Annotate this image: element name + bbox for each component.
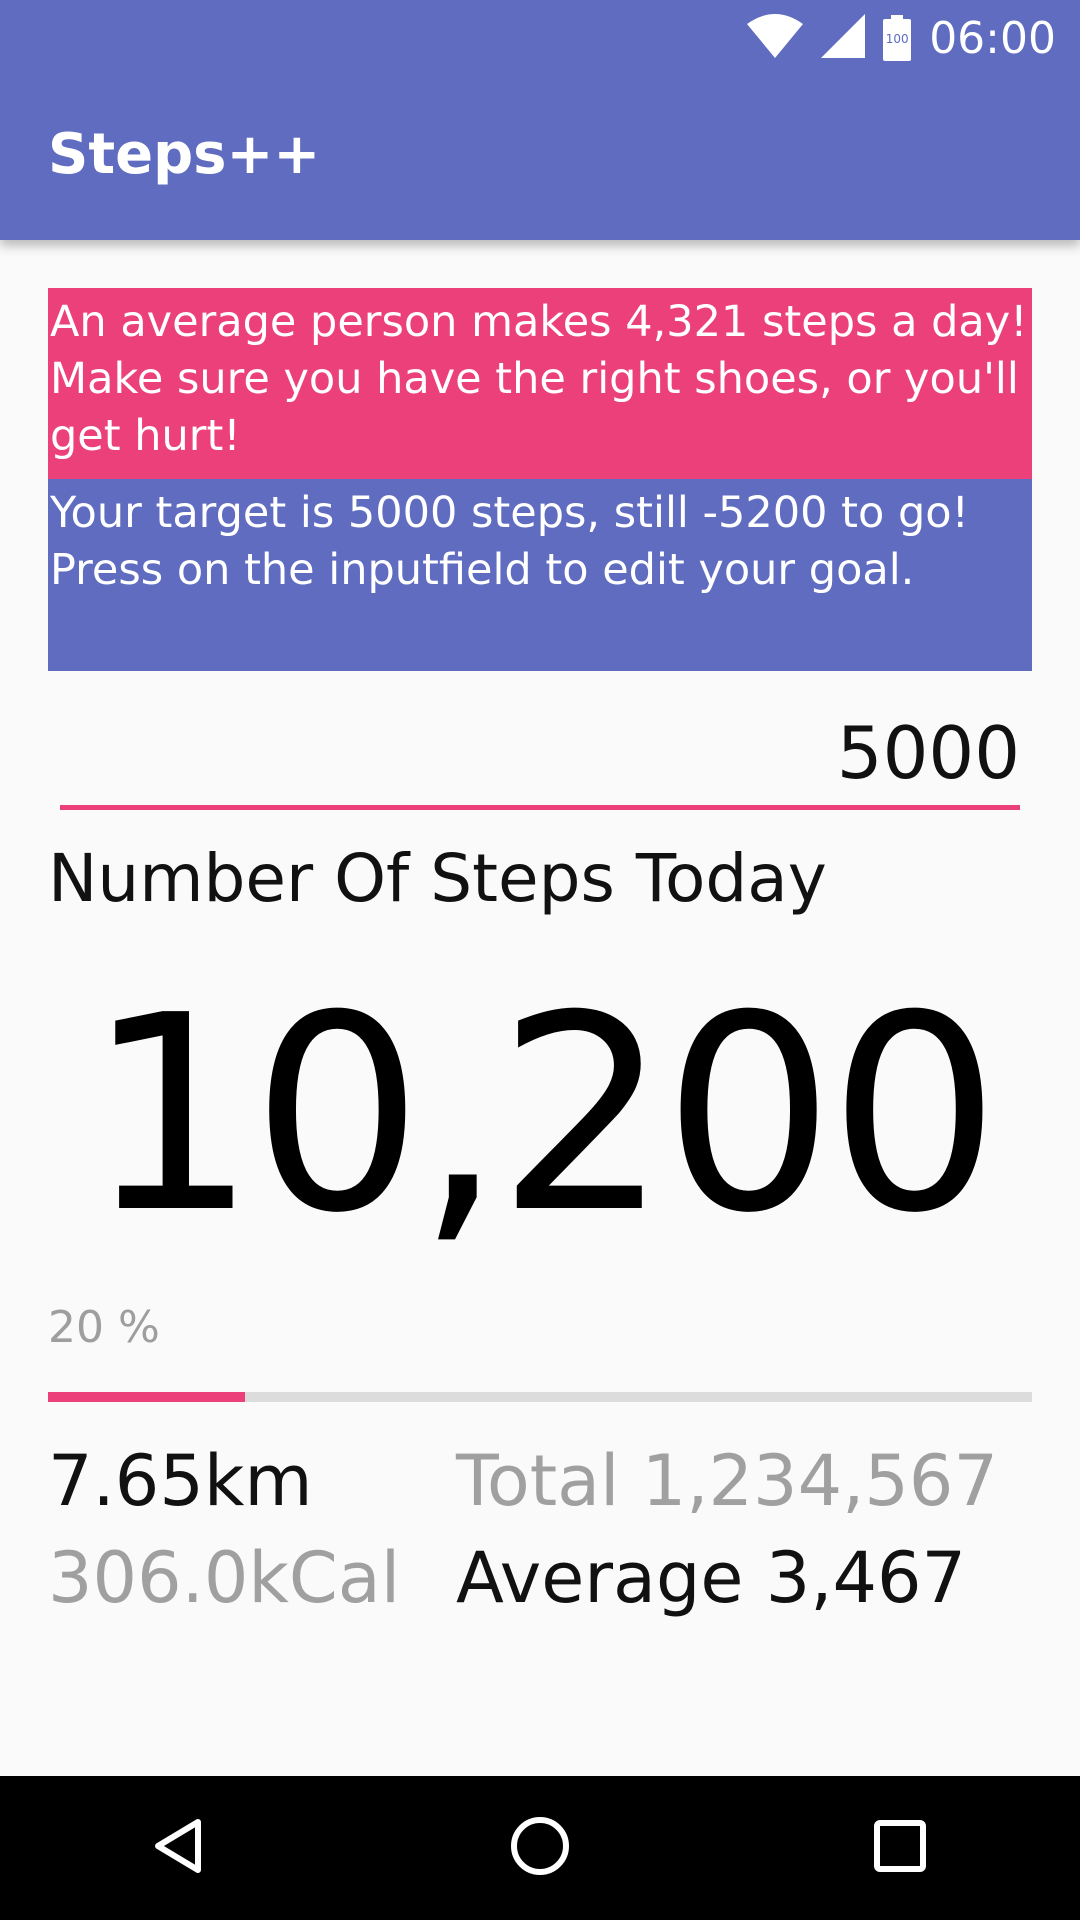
status-time: 06:00: [929, 12, 1056, 64]
recents-button[interactable]: [840, 1788, 960, 1908]
battery-icon: 100: [883, 15, 912, 61]
back-button[interactable]: [120, 1788, 240, 1908]
distance-value: 7.65km: [48, 1440, 313, 1522]
steps-count: 10,200: [85, 957, 1001, 1272]
home-button[interactable]: [480, 1788, 600, 1908]
app-title: Steps++: [48, 122, 321, 187]
screen: 100 06:00 Steps++ An average person make…: [0, 0, 1080, 1920]
status-bar: 100 06:00: [747, 8, 1056, 68]
steps-heading: Number Of Steps Today: [48, 840, 827, 917]
calories-value: 306.0kCal: [48, 1537, 401, 1619]
progress-percent-label: 20 %: [48, 1302, 160, 1353]
target-box: Your target is 5000 steps, still -5200 t…: [48, 479, 1032, 671]
recents-icon: [872, 1818, 928, 1878]
target-text: Your target is 5000 steps, still -5200 t…: [50, 488, 969, 595]
home-icon: [509, 1815, 571, 1881]
cellular-signal-icon: [821, 14, 866, 62]
tip-text: An average person makes 4,321 steps a da…: [50, 297, 1028, 461]
navigation-bar: [0, 1776, 1080, 1920]
goal-input[interactable]: [60, 700, 1020, 810]
back-icon: [150, 1816, 210, 1880]
progress-bar: [48, 1392, 1032, 1402]
total-steps-value: Total 1,234,567: [456, 1440, 998, 1522]
average-steps-value: Average 3,467: [456, 1537, 967, 1619]
wifi-icon: [747, 14, 804, 62]
battery-level: 100: [885, 32, 909, 46]
tip-box: An average person makes 4,321 steps a da…: [48, 288, 1032, 479]
progress-bar-fill: [48, 1392, 245, 1402]
app-bar: 100 06:00 Steps++: [0, 0, 1080, 240]
